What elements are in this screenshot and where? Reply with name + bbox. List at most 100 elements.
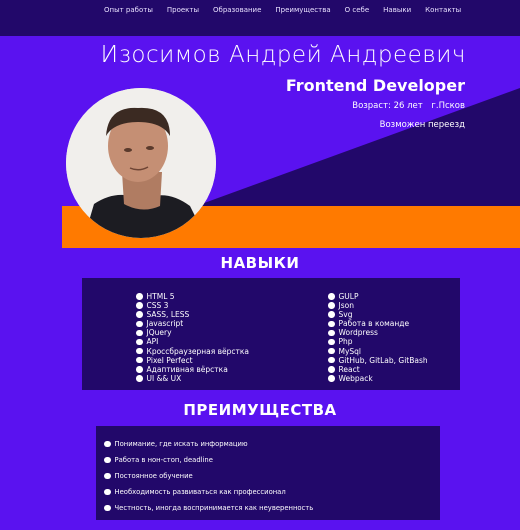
skill-label: Webpack xyxy=(338,373,373,383)
skill-label: Php xyxy=(338,337,353,347)
bullet-icon xyxy=(136,302,143,309)
advantage-label: Честность, иногда воспринимается как неу… xyxy=(114,504,314,512)
list-item: Необходимость развиваться как профессион… xyxy=(104,484,313,500)
avatar xyxy=(66,88,216,238)
list-item: Svg xyxy=(328,310,428,319)
bullet-icon xyxy=(136,366,143,373)
advantages-list: Понимание, где искать информацию Работа … xyxy=(104,436,313,516)
bullet-icon xyxy=(328,338,335,346)
bullet-icon xyxy=(328,366,335,373)
nav-item-contacts[interactable]: Контакты xyxy=(425,6,461,14)
list-item: Честность, иногда воспринимается как неу… xyxy=(104,500,313,516)
list-item: Работа в команде xyxy=(328,319,428,328)
list-item: GULP xyxy=(328,292,428,301)
skill-label: Кроссбраузерная вёрстка xyxy=(146,346,250,356)
skills-list-right: GULP Json Svg Работа в команде Wordpress… xyxy=(328,292,428,383)
list-item: GitHub, GitLab, GitBash xyxy=(328,356,428,365)
list-item: SASS, LESS xyxy=(136,310,249,319)
list-item: Постоянное обучение xyxy=(104,468,313,484)
nav-item-skills[interactable]: Навыки xyxy=(383,6,411,14)
skill-label: Pixel Perfect xyxy=(146,355,193,365)
relocation-text: Возможен переезд xyxy=(379,120,465,130)
city-text: г.Псков xyxy=(431,101,465,111)
bullet-icon xyxy=(136,311,143,318)
skill-label: UI && UX xyxy=(146,373,182,383)
advantage-label: Понимание, где искать информацию xyxy=(114,440,248,448)
nav-item-experience[interactable]: Опыт работы xyxy=(104,6,153,14)
list-item: CSS 3 xyxy=(136,301,249,310)
bullet-icon xyxy=(328,347,335,355)
bullet-icon xyxy=(328,293,335,300)
nav-item-about[interactable]: О себе xyxy=(345,6,370,14)
bullet-icon xyxy=(328,320,335,328)
list-item: Кроссбраузерная вёрстка xyxy=(136,347,249,356)
skill-label: GitHub, GitLab, GitBash xyxy=(338,355,428,365)
profile-photo xyxy=(66,88,216,238)
skill-label: Javascript xyxy=(146,319,184,329)
advantage-label: Работа в нон-стоп, deadline xyxy=(114,456,213,464)
list-item: Php xyxy=(328,337,428,346)
skill-label: MySql xyxy=(338,346,362,356)
list-item: Webpack xyxy=(328,374,428,383)
list-item: HTML 5 xyxy=(136,292,249,301)
bullet-icon xyxy=(136,347,143,355)
skill-label: Json xyxy=(338,301,354,311)
bullet-icon xyxy=(136,356,143,364)
list-item: Понимание, где искать информацию xyxy=(104,436,313,452)
skill-label: Работа в команде xyxy=(338,319,410,329)
bullet-icon xyxy=(104,456,111,464)
advantage-label: Постоянное обучение xyxy=(114,472,193,480)
bullet-icon xyxy=(328,302,335,309)
advantages-panel: Понимание, где искать информацию Работа … xyxy=(96,426,440,520)
skill-label: SASS, LESS xyxy=(146,310,190,320)
list-item: Json xyxy=(328,301,428,310)
list-item: MySql xyxy=(328,347,428,356)
skill-label: HTML 5 xyxy=(146,292,175,301)
bullet-icon xyxy=(104,488,111,496)
bullet-icon xyxy=(104,504,111,512)
list-item: API xyxy=(136,337,249,346)
skill-label: React xyxy=(338,364,360,374)
list-item: Javascript xyxy=(136,319,249,328)
job-title: Frontend Developer xyxy=(285,76,465,95)
list-item: Адаптивная вёрстка xyxy=(136,365,249,374)
skills-title: НАВЫКИ xyxy=(220,254,300,272)
advantage-label: Необходимость развиваться как профессион… xyxy=(114,488,286,496)
personal-info: Возраст: 26 лет г.Псков xyxy=(352,101,465,111)
hero-section: Изосимов Андрей Андреевич Frontend Devel… xyxy=(0,36,520,248)
list-item: React xyxy=(328,365,428,374)
advantages-title: ПРЕИМУЩЕСТВА xyxy=(183,401,337,419)
nav-item-projects[interactable]: Проекты xyxy=(167,6,199,14)
age-text: Возраст: 26 лет xyxy=(352,101,423,111)
bullet-icon xyxy=(136,338,143,346)
list-item: Wordpress xyxy=(328,328,428,337)
bullet-icon xyxy=(136,293,143,300)
bullet-icon xyxy=(104,472,111,480)
bullet-icon xyxy=(136,375,143,382)
bullet-icon xyxy=(136,320,143,328)
full-name: Изосимов Андрей Андреевич xyxy=(100,42,466,68)
skill-label: JQuery xyxy=(146,328,172,338)
top-navigation: Опыт работы Проекты Образование Преимуще… xyxy=(0,0,520,36)
nav-list: Опыт работы Проекты Образование Преимуще… xyxy=(104,6,475,14)
list-item: Pixel Perfect xyxy=(136,356,249,365)
skills-panel: HTML 5 CSS 3 SASS, LESS Javascript JQuer… xyxy=(82,278,460,390)
skill-label: CSS 3 xyxy=(146,301,169,311)
bullet-icon xyxy=(104,440,111,448)
skills-list-left: HTML 5 CSS 3 SASS, LESS Javascript JQuer… xyxy=(136,292,249,383)
bullet-icon xyxy=(328,375,335,382)
bullet-icon xyxy=(328,356,335,364)
skill-label: Адаптивная вёрстка xyxy=(146,364,228,374)
nav-item-advantages[interactable]: Преимущества xyxy=(275,6,330,14)
skill-label: GULP xyxy=(338,292,359,301)
list-item: JQuery xyxy=(136,328,249,337)
bullet-icon xyxy=(328,311,335,318)
skill-label: Wordpress xyxy=(338,328,378,338)
skill-label: Svg xyxy=(338,310,353,320)
list-item: UI && UX xyxy=(136,374,249,383)
list-item: Работа в нон-стоп, deadline xyxy=(104,452,313,468)
skill-label: API xyxy=(146,337,159,347)
nav-item-education[interactable]: Образование xyxy=(213,6,261,14)
bullet-icon xyxy=(136,329,143,337)
bullet-icon xyxy=(328,329,335,337)
